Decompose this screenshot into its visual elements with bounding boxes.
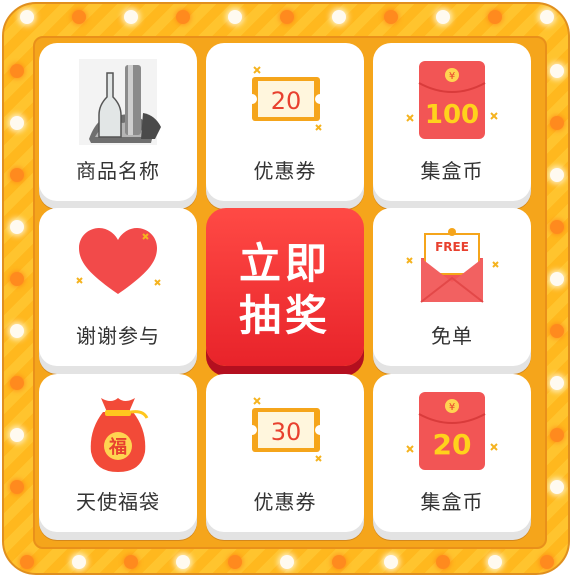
marquee-bulb — [436, 10, 450, 24]
coupon-value: 20 — [271, 87, 302, 115]
marquee-bulb — [384, 10, 398, 24]
marquee-bulb — [10, 64, 24, 78]
marquee-bulb — [540, 10, 554, 24]
fu-mark: 福 — [108, 436, 127, 458]
marquee-bulb — [10, 116, 24, 130]
marquee-bulb — [124, 555, 138, 569]
marquee-bulb — [176, 555, 190, 569]
marquee-bulb — [550, 64, 564, 78]
marquee-bulb — [550, 116, 564, 130]
marquee-bulb — [228, 10, 242, 24]
marquee-bulb — [550, 428, 564, 442]
marquee-bulb — [488, 555, 502, 569]
prize-label: 集盒币 — [420, 159, 484, 183]
marquee-bulb — [10, 480, 24, 494]
marquee-bulb — [436, 555, 450, 569]
prize-label: 商品名称 — [76, 159, 160, 183]
product-image — [79, 59, 161, 145]
marquee-bulb — [540, 555, 554, 569]
prize-label: 谢谢参与 — [76, 324, 160, 348]
red-envelope-icon: ¥ 20 — [406, 392, 498, 470]
svg-text:¥: ¥ — [449, 71, 455, 82]
marquee-bulb — [550, 324, 564, 338]
marquee-bulb — [10, 220, 24, 234]
marquee-bulb — [10, 428, 24, 442]
prize-product[interactable]: 商品名称 — [39, 43, 197, 201]
marquee-bulb — [10, 272, 24, 286]
coupon-icon: 20 — [247, 66, 325, 131]
prize-label: 免单 — [431, 324, 473, 348]
envelope-icon: FREE — [406, 228, 499, 303]
prize-grid: 商品名称 20 优惠券 ¥ 100 集盒币 谢谢参与 立即 抽奖 FREE 免单… — [33, 36, 547, 549]
marquee-bulb — [10, 376, 24, 390]
marquee-bulb — [124, 10, 138, 24]
free-tag: FREE — [435, 240, 469, 254]
prize-label: 集盒币 — [420, 490, 484, 514]
red-envelope-icon: ¥ 100 — [406, 61, 498, 139]
prize-label: 天使福袋 — [76, 490, 160, 514]
heart-icon — [76, 228, 161, 294]
marquee-bulb — [332, 10, 346, 24]
prize-thanks[interactable]: 谢谢参与 — [39, 208, 197, 366]
marquee-bulb — [550, 480, 564, 494]
coin-amount: 100 — [425, 100, 479, 130]
draw-button[interactable]: 立即 抽奖 — [206, 208, 364, 366]
prize-coins-20[interactable]: ¥ 20 集盒币 — [373, 374, 531, 532]
marquee-bulb — [10, 168, 24, 182]
prize-coins-100[interactable]: ¥ 100 集盒币 — [373, 43, 531, 201]
prize-coupon-20[interactable]: 20 优惠券 — [206, 43, 364, 201]
marquee-bulb — [550, 376, 564, 390]
prize-label: 优惠券 — [253, 490, 317, 514]
marquee-bulb — [384, 555, 398, 569]
coin-amount: 20 — [433, 428, 472, 461]
marquee-bulb — [20, 555, 34, 569]
marquee-bulb — [550, 220, 564, 234]
svg-text:¥: ¥ — [449, 402, 455, 413]
marquee-bulb — [72, 10, 86, 24]
prize-label: 优惠券 — [253, 159, 317, 183]
lucky-bag-icon: 福 — [90, 398, 149, 472]
prize-coupon-30[interactable]: 30 优惠券 — [206, 374, 364, 532]
marquee-bulb — [20, 10, 34, 24]
coupon-icon: 30 — [247, 397, 325, 462]
marquee-bulb — [550, 272, 564, 286]
marquee-bulb — [72, 555, 86, 569]
coupon-value: 30 — [271, 418, 302, 446]
prize-lucky-bag[interactable]: 福 天使福袋 — [39, 374, 197, 532]
lottery-frame: 商品名称 20 优惠券 ¥ 100 集盒币 谢谢参与 立即 抽奖 FREE 免单… — [2, 2, 570, 575]
marquee-bulb — [280, 555, 294, 569]
marquee-bulb — [176, 10, 190, 24]
draw-button-line2: 抽奖 — [238, 291, 331, 340]
prize-free-order[interactable]: FREE 免单 — [373, 208, 531, 366]
marquee-bulb — [332, 555, 346, 569]
marquee-bulb — [228, 555, 242, 569]
marquee-bulb — [10, 324, 24, 338]
marquee-bulb — [550, 168, 564, 182]
marquee-bulb — [280, 10, 294, 24]
marquee-bulb — [488, 10, 502, 24]
